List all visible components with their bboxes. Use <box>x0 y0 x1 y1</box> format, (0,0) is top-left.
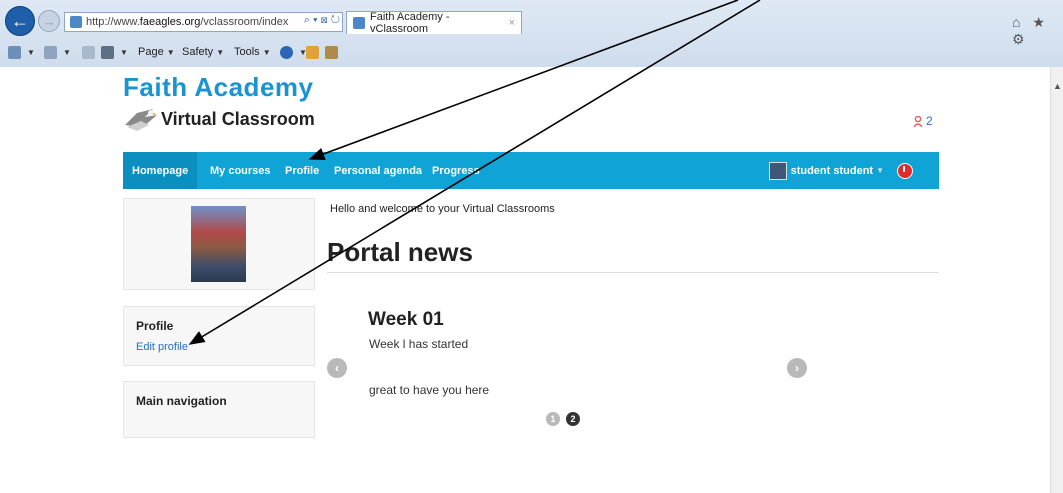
user-name: student student <box>790 164 874 177</box>
tab-title: Faith Academy - vClassroom <box>370 11 450 35</box>
messages-counter[interactable]: 2 <box>913 114 933 128</box>
research-icon <box>325 46 338 59</box>
url-path: /vclassroom/index <box>200 16 289 28</box>
tools-menu-label: Tools <box>234 46 260 58</box>
forward-button[interactable]: → <box>38 10 60 32</box>
site-logo[interactable]: Virtual Classroom <box>123 105 315 133</box>
site-name[interactable]: Faith Academy <box>123 72 313 103</box>
carousel-prev-button[interactable]: ‹ <box>327 358 347 378</box>
extension-icon <box>306 46 319 59</box>
logout-power-icon[interactable] <box>897 163 913 179</box>
user-menu[interactable]: student student ▼ <box>762 152 891 189</box>
feeds-menu-button[interactable]: ▼ <box>44 46 71 59</box>
tools-menu-button[interactable]: Tools ▼ <box>234 46 271 58</box>
url-prefix: http://www. <box>86 16 140 28</box>
safety-menu-button[interactable]: Safety ▼ <box>182 46 224 58</box>
divider <box>327 272 939 273</box>
safety-menu-label: Safety <box>182 46 214 58</box>
welcome-text: Hello and welcome to your Virtual Classr… <box>330 203 555 215</box>
print-menu-button[interactable]: ▼ <box>101 46 128 59</box>
chevron-down-icon: ▼ <box>63 48 71 57</box>
command-bar: ▼ ▼ ▼ Page ▼ Safety ▼ Tools ▼ ▼ <box>0 40 1063 66</box>
browser-tab[interactable]: Faith Academy - vClassroom × <box>346 11 522 35</box>
site-subtitle: Virtual Classroom <box>161 108 315 129</box>
address-actions-icons[interactable]: ⌕ ▾ ⊠ ↻ <box>300 14 340 27</box>
chevron-down-icon: ▼ <box>27 48 35 57</box>
chevron-down-icon: ▼ <box>876 166 884 175</box>
feeds-icon <box>44 46 57 59</box>
browser-chrome: ← → http://www. faeagles.org/vclassroom/i… <box>0 0 1063 68</box>
browser-toolbar: ← → http://www. faeagles.org/vclassroom/i… <box>0 0 1063 47</box>
nav-profile[interactable]: Profile <box>278 152 326 189</box>
carousel-page-2[interactable]: 2 <box>566 412 580 426</box>
tab-close-icon[interactable]: × <box>509 17 515 29</box>
nav-personal-agenda[interactable]: Personal agenda <box>327 152 429 189</box>
home-menu-button[interactable]: ▼ <box>8 46 35 59</box>
home-icon <box>8 46 21 59</box>
nav-homepage[interactable]: Homepage <box>123 152 198 189</box>
page-title: Portal news <box>327 237 473 267</box>
extension-button[interactable] <box>306 46 322 59</box>
main-navbar: Homepage My courses Profile Personal age… <box>123 152 939 189</box>
scroll-up-icon[interactable]: ▲ <box>1053 81 1062 91</box>
profile-block: Profile Edit profile <box>123 306 315 366</box>
mail-icon <box>82 46 95 59</box>
chevron-down-icon: ▼ <box>262 47 271 57</box>
back-button[interactable]: ← <box>5 6 35 36</box>
mail-button[interactable] <box>82 46 98 59</box>
news-title: Week 01 <box>368 309 444 330</box>
user-avatar-small <box>768 161 787 180</box>
print-icon <box>101 46 114 59</box>
carousel-next-button[interactable]: › <box>787 358 807 378</box>
main-navigation-title[interactable]: Main navigation <box>136 394 227 408</box>
page-menu-label: Page <box>138 46 164 58</box>
tab-favicon-icon <box>353 17 365 29</box>
chevron-down-icon: ▼ <box>216 47 225 57</box>
messages-count: 2 <box>926 114 933 128</box>
nav-progress[interactable]: Progress <box>425 152 487 189</box>
research-button[interactable] <box>325 46 341 59</box>
chevron-down-icon: ▼ <box>120 48 128 57</box>
user-avatar[interactable] <box>191 206 246 282</box>
site-favicon-icon <box>70 16 82 28</box>
help-icon <box>280 46 293 59</box>
nav-my-courses[interactable]: My courses <box>203 152 278 189</box>
news-text-line: Week l has started <box>369 337 469 351</box>
url-domain: faeagles.org <box>139 16 201 28</box>
vertical-scrollbar[interactable]: ▲ <box>1050 67 1063 493</box>
profile-block-title: Profile <box>136 319 174 333</box>
address-bar[interactable]: http://www. faeagles.org/vclassroom/index… <box>64 12 343 32</box>
user-picture-block <box>123 198 315 290</box>
user-icon <box>913 115 923 127</box>
main-navigation-block: Main navigation <box>123 381 315 438</box>
eagle-logo-icon <box>123 105 159 133</box>
chevron-down-icon: ▼ <box>166 47 175 57</box>
page-menu-button[interactable]: Page ▼ <box>138 46 175 58</box>
edit-profile-link[interactable]: Edit profile <box>136 341 188 353</box>
news-text-line: great to have you here <box>369 383 490 397</box>
carousel-page-1[interactable]: 1 <box>546 412 560 426</box>
help-menu-button[interactable]: ▼ <box>280 46 307 59</box>
